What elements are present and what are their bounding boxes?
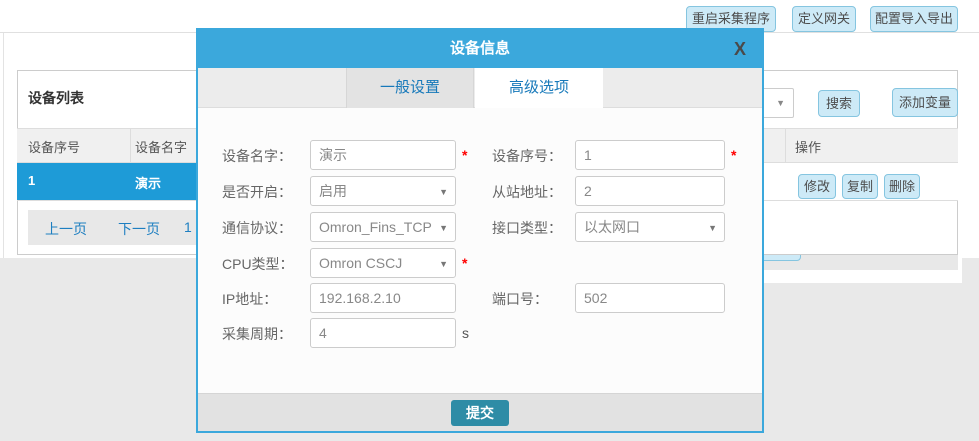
chevron-down-icon: ▼ bbox=[708, 214, 717, 242]
define-gateway-button[interactable]: 定义网关 bbox=[792, 6, 856, 32]
column-header-actions: 操作 bbox=[795, 137, 821, 156]
cell-device-name: 演示 bbox=[135, 173, 161, 192]
panel-title: 设备列表 bbox=[28, 88, 84, 108]
prev-page-link[interactable]: 上一页 bbox=[45, 219, 87, 239]
modal-body: 设备名字： 演示 * 设备序号： 1 * 是否开启： 启用 ▼ 从站地址： 2 … bbox=[198, 108, 762, 393]
cpu-type-select[interactable]: Omron CSCJ ▼ bbox=[310, 248, 456, 278]
device-no-label: 设备序号： bbox=[492, 146, 562, 166]
add-variable-button[interactable]: 添加变量 bbox=[892, 88, 958, 117]
device-name-label: 设备名字： bbox=[222, 146, 292, 166]
column-header-device-no: 设备序号 bbox=[28, 137, 80, 156]
chevron-down-icon: ▼ bbox=[439, 178, 448, 206]
protocol-label: 通信协议： bbox=[222, 218, 292, 238]
enable-select[interactable]: 启用 ▼ bbox=[310, 176, 456, 206]
column-header-device-name: 设备名字 bbox=[135, 137, 187, 156]
port-label: 端口号： bbox=[492, 289, 548, 309]
ip-address-field[interactable]: 192.168.2.10 bbox=[310, 283, 456, 313]
enable-label: 是否开启： bbox=[222, 182, 292, 202]
protocol-select[interactable]: Omron_Fins_TCP ▼ bbox=[310, 212, 456, 242]
modal-title: 设备信息 bbox=[198, 30, 762, 68]
copy-button[interactable]: 复制 bbox=[842, 174, 878, 199]
tab-advanced-options[interactable]: 高级选项 bbox=[475, 68, 603, 108]
device-no-field[interactable]: 1 bbox=[575, 140, 725, 170]
interface-type-select-value: 以太网口 bbox=[584, 219, 640, 235]
modal-footer: 提交 bbox=[198, 393, 762, 431]
page-number[interactable]: 1 bbox=[184, 219, 192, 235]
port-field[interactable]: 502 bbox=[575, 283, 725, 313]
content-left-border bbox=[3, 33, 4, 258]
required-marker: * bbox=[462, 255, 467, 271]
chevron-down-icon: ▼ bbox=[439, 250, 448, 278]
required-marker: * bbox=[462, 147, 467, 163]
cpu-type-select-value: Omron CSCJ bbox=[319, 255, 402, 271]
slave-address-label: 从站地址： bbox=[492, 182, 562, 202]
modal-tabstrip: 一般设置 高级选项 bbox=[198, 68, 762, 108]
poll-period-label: 采集周期： bbox=[222, 324, 292, 344]
close-icon[interactable]: X bbox=[734, 30, 746, 68]
delete-button[interactable]: 删除 bbox=[884, 174, 920, 199]
required-marker: * bbox=[731, 147, 736, 163]
interface-type-label: 接口类型： bbox=[492, 218, 562, 238]
modal-header: 设备信息 X bbox=[198, 30, 762, 68]
ip-address-label: IP地址： bbox=[222, 289, 277, 309]
config-import-export-button[interactable]: 配置导入导出 bbox=[870, 6, 958, 32]
search-button[interactable]: 搜索 bbox=[818, 90, 860, 117]
cell-device-no: 1 bbox=[28, 173, 35, 188]
tab-general-settings[interactable]: 一般设置 bbox=[346, 68, 474, 108]
unit-suffix: s bbox=[462, 325, 469, 341]
device-info-modal: 设备信息 X 一般设置 高级选项 设备名字： 演示 * 设备序号： 1 * 是否… bbox=[196, 28, 764, 433]
app-root: 重启采集程序 定义网关 配置导入导出 变量 设备列表 ▼ 搜索 添加变量 设备序… bbox=[0, 0, 979, 441]
chevron-down-icon: ▼ bbox=[439, 214, 448, 242]
poll-period-field[interactable]: 4 bbox=[310, 318, 456, 348]
next-page-link[interactable]: 下一页 bbox=[118, 219, 160, 239]
interface-type-select[interactable]: 以太网口 ▼ bbox=[575, 212, 725, 242]
enable-select-value: 启用 bbox=[319, 183, 347, 199]
device-name-field[interactable]: 演示 bbox=[310, 140, 456, 170]
protocol-select-value: Omron_Fins_TCP bbox=[319, 219, 432, 235]
cpu-type-label: CPU类型： bbox=[222, 254, 294, 274]
modify-button[interactable]: 修改 bbox=[798, 174, 836, 199]
chevron-down-icon: ▼ bbox=[776, 98, 785, 108]
slave-address-field[interactable]: 2 bbox=[575, 176, 725, 206]
submit-button[interactable]: 提交 bbox=[451, 400, 509, 426]
